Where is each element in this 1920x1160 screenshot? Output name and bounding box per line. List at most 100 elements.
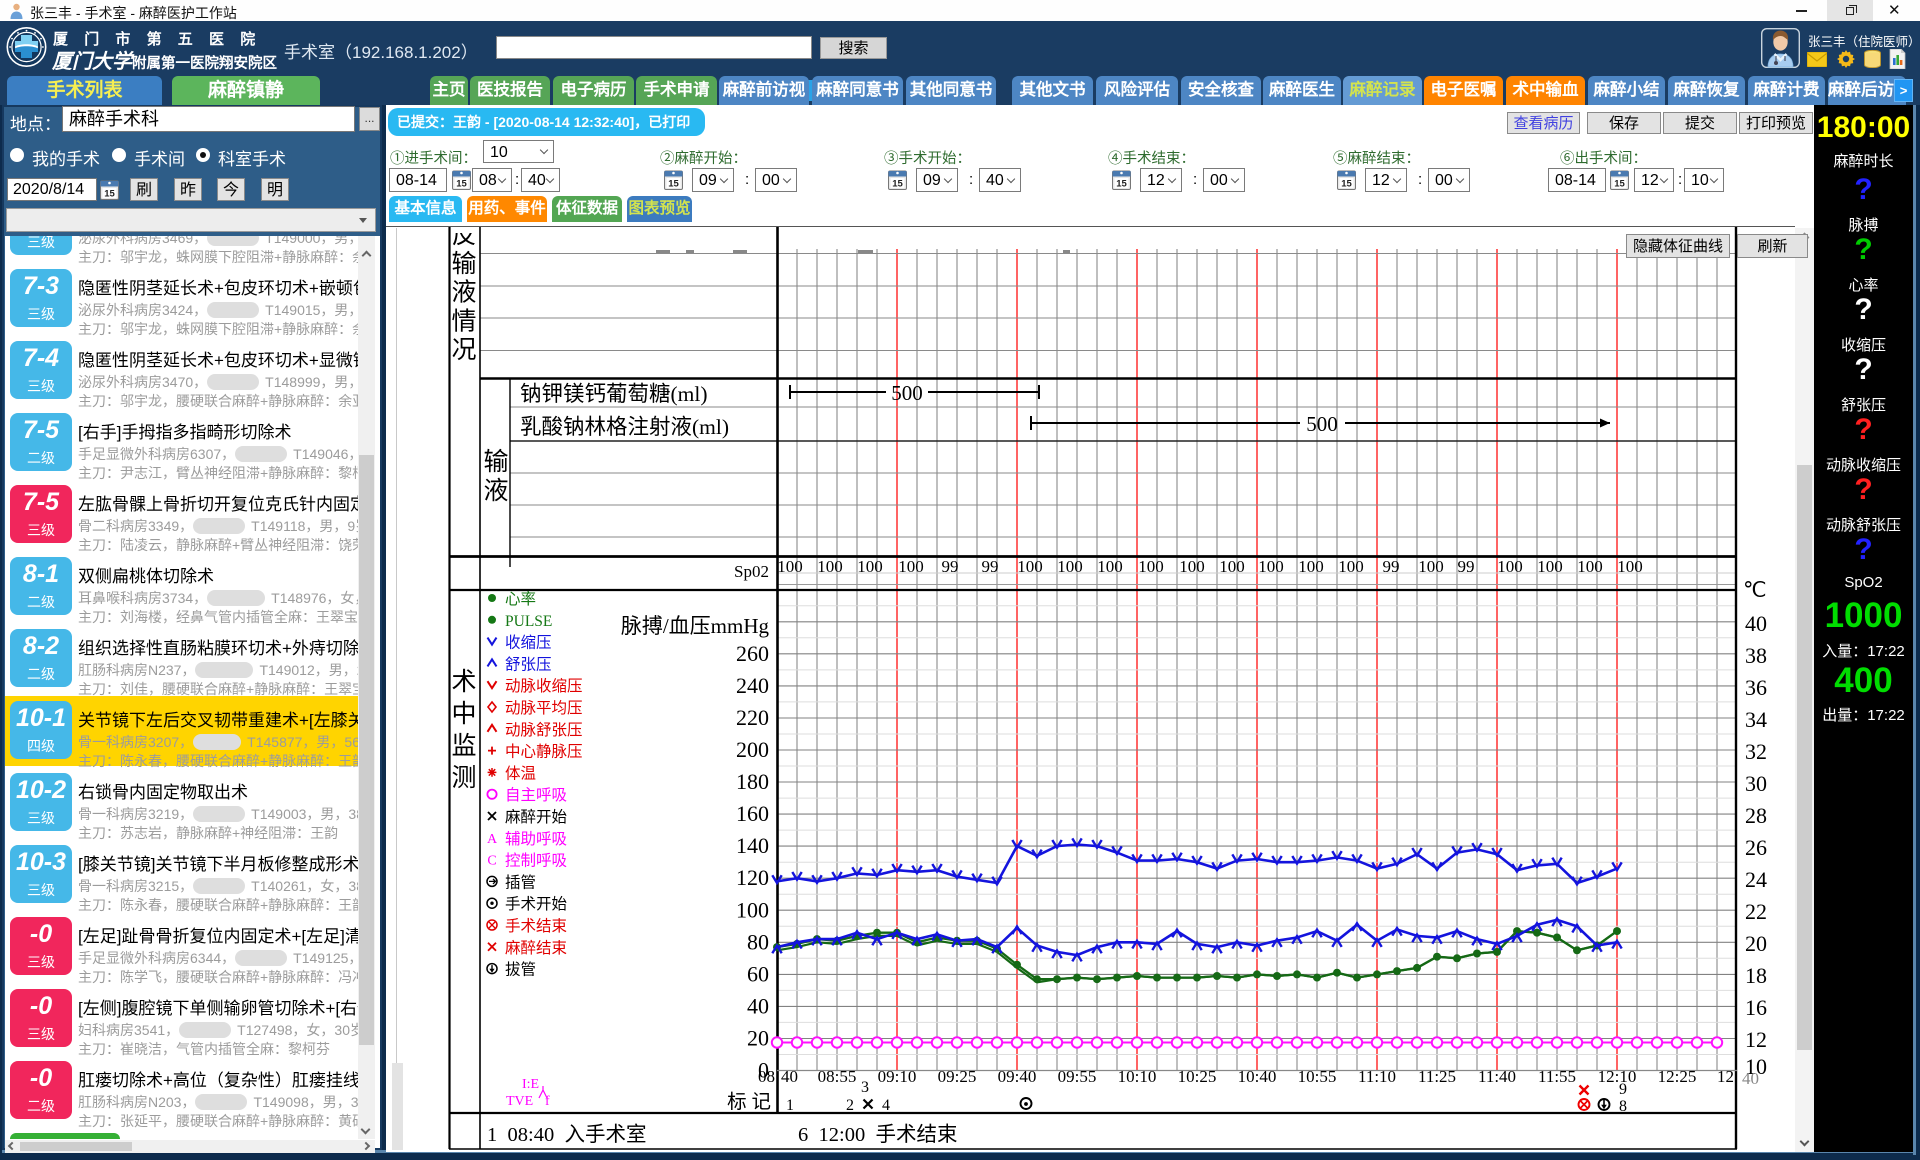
svg-text:9: 9 <box>1619 1081 1627 1098</box>
svg-text:1: 1 <box>786 1097 794 1114</box>
svg-text:180: 180 <box>736 769 769 794</box>
svg-text:输: 输 <box>483 448 508 476</box>
svg-text:09:10: 09:10 <box>878 1067 917 1086</box>
svg-text:32: 32 <box>1745 739 1767 764</box>
svg-text:12: 12 <box>1717 1067 1734 1086</box>
svg-text:C: C <box>487 854 496 869</box>
svg-text:10:55: 10:55 <box>1298 1067 1337 1086</box>
svg-text:100: 100 <box>1577 557 1603 576</box>
svg-text:Sp02: Sp02 <box>734 562 769 581</box>
svg-text:100: 100 <box>1138 557 1164 576</box>
svg-text:100: 100 <box>1017 557 1043 576</box>
svg-text:10:40: 10:40 <box>1238 1067 1277 1086</box>
svg-text:PULSE: PULSE <box>505 613 552 630</box>
svg-text:11:10: 11:10 <box>1358 1067 1396 1086</box>
svg-text:15: 15 <box>1341 179 1352 190</box>
svg-text:麻醉结束: 麻醉结束 <box>505 939 567 957</box>
svg-text:100: 100 <box>736 897 769 922</box>
svg-text:40: 40 <box>1745 611 1767 636</box>
svg-text:体温: 体温 <box>505 764 536 782</box>
svg-text:100: 100 <box>777 557 803 576</box>
svg-text:10:25: 10:25 <box>1178 1067 1217 1086</box>
svg-text:12: 12 <box>1745 1027 1767 1052</box>
svg-text:100: 100 <box>1219 557 1245 576</box>
svg-text:3: 3 <box>861 1079 869 1096</box>
svg-text:100: 100 <box>1497 557 1523 576</box>
svg-text:18: 18 <box>1745 963 1767 988</box>
svg-text:收缩压: 收缩压 <box>505 634 552 652</box>
svg-text:99: 99 <box>1458 557 1475 576</box>
svg-text:测: 测 <box>451 764 476 792</box>
svg-text:输: 输 <box>451 250 476 278</box>
svg-text:舒张压: 舒张压 <box>505 655 552 673</box>
svg-text:160: 160 <box>736 801 769 826</box>
svg-text:260: 260 <box>736 641 769 666</box>
svg-text:辅助呼吸: 辅助呼吸 <box>505 830 567 848</box>
svg-text:40: 40 <box>747 993 769 1018</box>
svg-text:控制呼吸: 控制呼吸 <box>505 852 567 870</box>
svg-text:99: 99 <box>942 557 959 576</box>
svg-text:心率: 心率 <box>505 590 536 608</box>
svg-text:动脉平均压: 动脉平均压 <box>505 699 583 717</box>
svg-text:09:25: 09:25 <box>938 1067 977 1086</box>
svg-text:术: 术 <box>451 668 476 696</box>
svg-text:140: 140 <box>736 833 769 858</box>
svg-text:钠钾镁钙葡萄糖(ml): 钠钾镁钙葡萄糖(ml) <box>520 382 708 406</box>
svg-text:220: 220 <box>736 705 769 730</box>
svg-text:8: 8 <box>1619 1098 1627 1115</box>
svg-text:手术结束: 手术结束 <box>505 917 567 935</box>
svg-text:200: 200 <box>736 737 769 762</box>
svg-text:30: 30 <box>1745 771 1767 796</box>
svg-text:24: 24 <box>1745 867 1767 892</box>
svg-text:液: 液 <box>483 477 508 505</box>
svg-text:100: 100 <box>1097 557 1123 576</box>
svg-text:100: 100 <box>857 557 883 576</box>
svg-text:手术开始: 手术开始 <box>505 895 568 913</box>
svg-text:拔管: 拔管 <box>505 961 536 979</box>
svg-text:08:55: 08:55 <box>818 1067 857 1086</box>
svg-text:15: 15 <box>668 179 679 190</box>
svg-text:16: 16 <box>1745 995 1767 1020</box>
svg-text:℃: ℃ <box>1743 578 1767 602</box>
svg-text:15: 15 <box>892 179 903 190</box>
svg-text:240: 240 <box>736 673 769 698</box>
svg-text:100: 100 <box>1338 557 1364 576</box>
svg-text:自主呼吸: 自主呼吸 <box>505 786 567 804</box>
svg-text:40: 40 <box>781 1067 798 1086</box>
svg-text:100: 100 <box>1179 557 1205 576</box>
svg-text:监: 监 <box>451 732 476 760</box>
svg-text:26: 26 <box>1745 835 1767 860</box>
svg-text:100: 100 <box>1617 557 1643 576</box>
svg-text:36: 36 <box>1745 675 1767 700</box>
svg-text:乳酸钠林格注射液(ml): 乳酸钠林格注射液(ml) <box>520 415 729 439</box>
svg-text:6 12:00 手术结束: 6 12:00 手术结束 <box>798 1123 957 1146</box>
svg-text:100: 100 <box>1057 557 1083 576</box>
svg-text:I:E: I:E <box>522 1077 539 1092</box>
svg-text:08: 08 <box>758 1067 775 1086</box>
svg-text:99: 99 <box>1383 557 1400 576</box>
svg-text:动脉收缩压: 动脉收缩压 <box>505 677 583 695</box>
svg-text:TVE: TVE <box>506 1094 533 1109</box>
svg-text:A: A <box>487 832 498 847</box>
svg-text:11:25: 11:25 <box>1418 1067 1456 1086</box>
svg-text:15: 15 <box>104 189 115 200</box>
svg-text:中: 中 <box>451 700 476 728</box>
svg-text:100: 100 <box>1298 557 1324 576</box>
svg-text:插管: 插管 <box>505 873 536 891</box>
svg-text:1 08:40 入手术室: 1 08:40 入手术室 <box>487 1123 646 1146</box>
svg-text:15: 15 <box>1116 179 1127 190</box>
svg-text:脉搏/血压mmHg: 脉搏/血压mmHg <box>621 614 770 638</box>
svg-text:500: 500 <box>891 381 923 405</box>
svg-text:中心静脉压: 中心静脉压 <box>505 743 583 761</box>
svg-text:10:10: 10:10 <box>1118 1067 1157 1086</box>
svg-text:100: 100 <box>1418 557 1444 576</box>
svg-text:22: 22 <box>1745 899 1767 924</box>
svg-text:28: 28 <box>1745 803 1767 828</box>
svg-text:20: 20 <box>1745 931 1767 956</box>
svg-text:80: 80 <box>747 929 769 954</box>
svg-text:34: 34 <box>1745 707 1767 732</box>
svg-text:15: 15 <box>456 179 467 190</box>
svg-text:2: 2 <box>846 1097 854 1114</box>
svg-text:100: 100 <box>817 557 843 576</box>
svg-text:38: 38 <box>1745 643 1767 668</box>
